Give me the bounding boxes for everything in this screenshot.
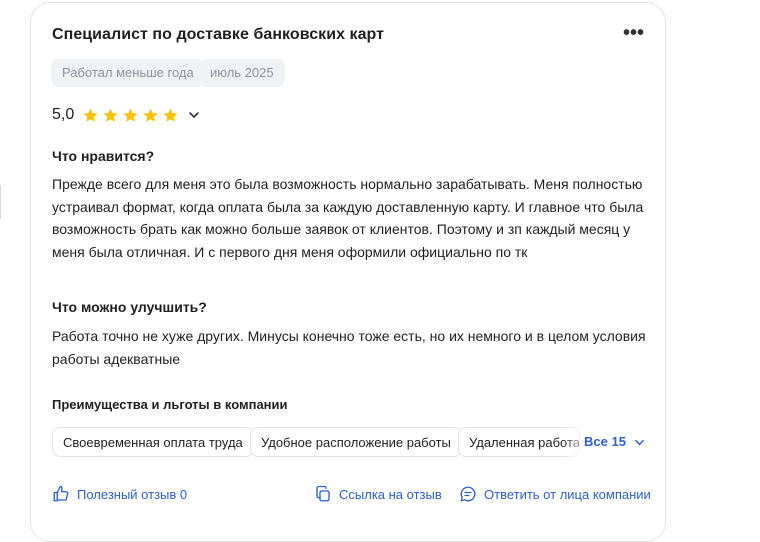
benefits-row: Своевременная оплата труда Удобное распо… xyxy=(52,427,652,457)
star-icon xyxy=(83,107,98,122)
improve-heading: Что можно улучшить? xyxy=(52,299,207,315)
rating-stars xyxy=(82,107,179,124)
show-all-label: Все 15 xyxy=(584,434,626,449)
thumbs-up-icon xyxy=(53,485,69,502)
benefit-chip[interactable]: Удобное расположение работы xyxy=(250,427,462,457)
left-divider xyxy=(0,185,1,219)
tenure-tag: Работал меньше года xyxy=(51,59,205,87)
improve-text: Работа точно не хуже других. Минусы коне… xyxy=(52,328,646,367)
rating-row: 5,0 xyxy=(52,104,200,126)
more-options-icon[interactable]: ••• xyxy=(623,23,644,43)
review-card: Специалист по доставке банковских карт •… xyxy=(30,2,666,542)
useful-review-button[interactable]: Полезный отзыв 0 xyxy=(52,483,187,505)
chevron-down-icon xyxy=(635,439,644,445)
star-icon xyxy=(143,107,158,122)
copy-link-button[interactable]: Ссылка на отзыв xyxy=(314,483,442,505)
benefits-heading: Преимущества и льготы в компании xyxy=(52,397,288,412)
review-title: Специалист по доставке банковских карт xyxy=(52,26,385,43)
likes-text: Прежде всего для меня это была возможнос… xyxy=(52,176,644,260)
benefit-chip[interactable]: Своевременная оплата труда xyxy=(52,427,254,457)
show-all-benefits-button[interactable]: Все 15 xyxy=(582,427,645,457)
star-icon xyxy=(163,107,178,122)
rating-value: 5,0 xyxy=(52,106,75,123)
useful-review-label: Полезный отзыв 0 xyxy=(77,486,188,502)
chat-bubble-icon xyxy=(460,486,476,502)
copy-link-label: Ссылка на отзыв xyxy=(339,486,442,502)
date-tag: июль 2025 xyxy=(199,59,285,87)
likes-heading: Что нравится? xyxy=(52,148,155,164)
copy-icon xyxy=(316,485,330,502)
star-icon xyxy=(103,107,118,122)
reply-label: Ответить от лица компании xyxy=(484,486,651,502)
chevron-down-icon[interactable] xyxy=(188,109,200,121)
reply-as-company-button[interactable]: Ответить от лица компании xyxy=(459,483,651,505)
star-icon xyxy=(123,107,138,122)
